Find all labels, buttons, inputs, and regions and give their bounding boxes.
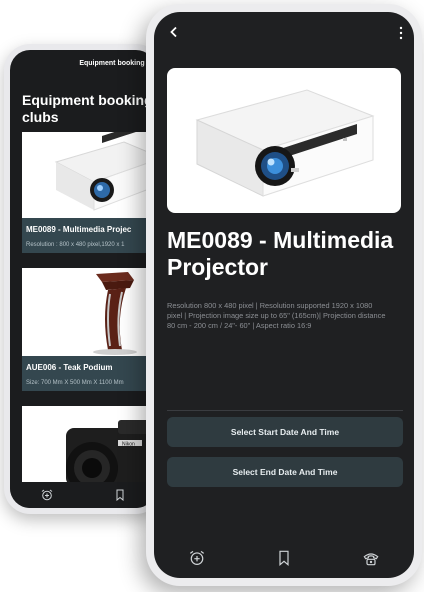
bottom-navigation	[154, 538, 414, 578]
equipment-hero-image	[167, 68, 401, 213]
app-bar-title: Equipment booking	[79, 59, 145, 67]
nav-alarm-add[interactable]	[10, 489, 83, 501]
bookmark-icon	[116, 489, 123, 501]
equipment-description: Resolution 800 x 480 pixel | Resolution …	[167, 301, 386, 330]
top-app-bar	[154, 12, 414, 54]
divider	[167, 410, 403, 411]
background-phone: Equipment booking Equipment booking fo c…	[4, 44, 162, 514]
alarm-add-icon	[41, 489, 52, 501]
equipment-card-camera[interactable]: Nikon	[22, 406, 156, 486]
page-title: Equipment booking fo clubs	[10, 76, 156, 126]
nav-alarm-add[interactable]	[154, 550, 241, 566]
bookmark-icon	[279, 550, 289, 566]
equipment-detail: Resolution : 800 x 480 pixel,1920 x 1	[22, 238, 156, 253]
equipment-name: AUE006 - Teak Podium	[22, 356, 156, 376]
alarm-add-icon	[190, 550, 205, 566]
page-title-line-1: Equipment booking fo	[22, 92, 156, 108]
select-start-datetime-button[interactable]: Select Start Date And Time	[167, 417, 403, 447]
equipment-card-projector[interactable]: ME0089 - Multimedia Projec Resolution : …	[22, 132, 156, 253]
equipment-detail: Size: 700 Mm X 500 Mm X 1100 Mm	[22, 376, 156, 391]
foreground-phone-screen: ME0089 - Multimedia Projector Resolution…	[154, 12, 414, 578]
equipment-card-podium[interactable]: AUE006 - Teak Podium Size: 700 Mm X 500 …	[22, 268, 156, 391]
background-phone-screen: Equipment booking Equipment booking fo c…	[10, 50, 156, 508]
podium-thumbnail	[22, 268, 156, 356]
back-arrow-icon[interactable]	[168, 26, 180, 38]
page-title-line-2: clubs	[22, 109, 59, 125]
phone-icon	[363, 553, 379, 566]
camera-brand-mark: Nikon	[122, 442, 135, 448]
foreground-phone: ME0089 - Multimedia Projector Resolution…	[146, 4, 422, 586]
camera-thumbnail: Nikon	[22, 406, 156, 486]
equipment-name: ME0089 - Multimedia Projec	[22, 218, 156, 238]
select-end-datetime-button[interactable]: Select End Date And Time	[167, 457, 403, 487]
nav-bookmark[interactable]	[241, 550, 328, 566]
nav-phone[interactable]	[327, 550, 414, 566]
bottom-navigation	[10, 482, 156, 508]
projector-thumbnail	[22, 132, 156, 218]
equipment-title: ME0089 - Multimedia Projector	[167, 227, 394, 280]
overflow-menu-icon[interactable]	[398, 26, 404, 40]
